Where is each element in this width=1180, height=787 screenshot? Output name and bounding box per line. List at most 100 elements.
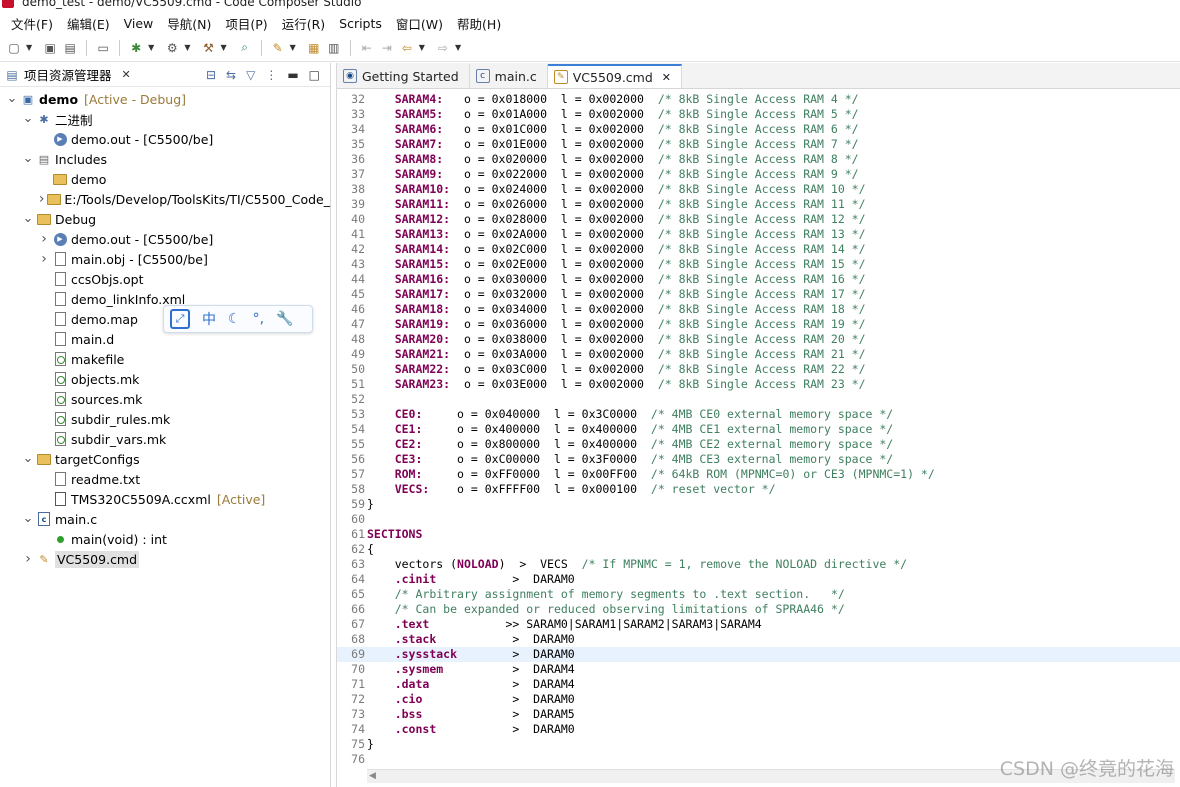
tree-item[interactable]: ⌄ ✱ 二进制 [0,109,330,129]
chevron-right-icon[interactable]: › [38,191,45,207]
scroll-left-icon[interactable]: ◀ [369,771,376,781]
collapse-all-icon[interactable]: ⊟ [206,68,216,82]
editor-tab[interactable]: ◉ Getting Started [337,64,470,88]
tree-item[interactable]: ⌄ Debug [0,209,330,229]
next-annotation-icon[interactable]: ⇥ [379,40,395,56]
tree-item[interactable]: ⌄ c main.c [0,509,330,529]
code-comment: /* Can be expanded or reduced observing … [394,602,845,616]
menu-run[interactable]: 运行(R) [275,14,332,33]
maximize-icon[interactable]: □ [309,68,320,82]
prev-annotation-icon[interactable]: ⇤ [359,40,375,56]
punctuation-icon[interactable]: °, [253,311,264,327]
code-keyword: SARAM23: [394,377,451,391]
menu-view[interactable]: View [117,16,161,31]
build-hammer-icon[interactable]: ⚒ [200,40,216,56]
tree-item[interactable]: › ▶ demo.out - [C5500/be] [0,229,330,249]
chevron-down-icon[interactable]: ⌄ [22,452,34,465]
tree-item[interactable]: sources.mk [0,389,330,409]
forward-dropdown-arrow-icon[interactable]: ▼ [455,43,461,52]
minimize-icon[interactable]: ▬ [287,68,298,82]
chevron-down-icon[interactable]: ⌄ [6,92,18,105]
chevron-right-icon[interactable]: › [38,251,50,267]
menu-project[interactable]: 项目(P) [218,14,274,33]
open-task-icon[interactable]: ▦ [306,40,322,56]
build-dropdown-arrow-icon[interactable]: ▼ [220,43,226,52]
tree-item[interactable]: › ✎ VC5509.cmd [0,549,330,569]
tree-item[interactable]: ▶ demo.out - [C5500/be] [0,129,330,149]
chevron-right-icon[interactable]: › [38,231,50,247]
tree-item[interactable]: › E:/Tools/Develop/ToolsKits/TI/C5500_Cod… [0,189,330,209]
code-token: } [367,737,374,751]
chevron-down-icon[interactable]: ⌄ [22,212,34,225]
menu-edit[interactable]: 编辑(E) [60,14,117,33]
toggle-view-icon[interactable]: ▥ [326,40,342,56]
tree-item[interactable]: subdir_vars.mk [0,429,330,449]
back-dropdown-arrow-icon[interactable]: ▼ [419,43,425,52]
link-editor-icon[interactable]: ⇆ [226,68,236,82]
debug-icon[interactable]: ✱ [128,40,144,56]
terminal-icon[interactable]: ▭ [95,40,111,56]
save-all-icon[interactable]: ▤ [62,40,78,56]
tree-item[interactable]: ⌄ ▤ Includes [0,149,330,169]
code-editor[interactable]: 32 SARAM4: o = 0x018000 l = 0x002000 /* … [337,92,1180,772]
tree-item[interactable]: › main.obj - [C5500/be] [0,249,330,269]
makefile-icon [52,411,68,427]
chevron-down-icon[interactable]: ⌄ [22,152,34,165]
tree-item[interactable]: TMS320C5509A.ccxml [Active] [0,489,330,509]
file-shape [54,332,66,346]
tree-item[interactable]: subdir_rules.mk [0,409,330,429]
code-keyword: SARAM11: [394,197,451,211]
code-line: 58 VECS: o = 0xFFFF00 l = 0x000100 /* re… [337,482,1180,497]
chevron-right-icon[interactable]: › [22,551,34,567]
flash-dropdown-arrow-icon[interactable]: ▼ [184,43,190,52]
tree-item[interactable]: main(void) : int [0,529,330,549]
line-content: SARAM14: o = 0x02C000 l = 0x002000 /* 8k… [367,242,866,257]
search-icon[interactable]: ⌕ [237,40,253,56]
new-dropdown-arrow-icon[interactable]: ▼ [26,43,32,52]
menu-help[interactable]: 帮助(H) [450,14,508,33]
menu-navigate[interactable]: 导航(N) [160,14,218,33]
file-shape [54,312,66,326]
new-file-icon[interactable]: ▢ [6,40,22,56]
tree-item[interactable]: objects.mk [0,369,330,389]
tree-item[interactable]: makefile [0,349,330,369]
tools-icon[interactable]: ✎ [270,40,286,56]
ime-expand-icon[interactable]: ⤢ [170,309,190,329]
project-explorer-tab[interactable]: ▤ 项目资源管理器 ✕ [4,65,131,84]
save-icon[interactable]: ▣ [42,40,58,56]
menu-window[interactable]: 窗口(W) [389,14,450,33]
folder-shape [47,193,62,205]
wrench-icon[interactable]: 🔧 [276,311,293,327]
chevron-down-icon[interactable]: ⌄ [22,512,34,525]
file-icon [52,291,68,307]
ime-language-toggle[interactable]: 中 [202,309,216,329]
line-number: 41 [351,227,365,241]
line-number: 73 [351,707,365,721]
tree-item[interactable]: ⌄ targetConfigs [0,449,330,469]
tree-item[interactable]: ⌄ ▣ demo [Active - Debug] [0,89,330,109]
back-icon[interactable]: ⇦ [399,40,415,56]
menu-file[interactable]: 文件(F) [4,14,60,33]
line-number: 63 [351,557,365,571]
editor-tab[interactable]: ✎ VC5509.cmd ✕ [547,64,683,88]
menu-scripts[interactable]: Scripts [332,16,389,31]
editor-tab[interactable]: c main.c [469,64,548,88]
view-menu-icon[interactable]: ⋮ [265,68,277,82]
close-icon[interactable]: ✕ [122,68,131,81]
tree-item[interactable]: readme.txt [0,469,330,489]
close-icon[interactable]: ✕ [662,71,671,84]
debug-dropdown-arrow-icon[interactable]: ▼ [148,43,154,52]
flash-icon[interactable]: ⚙ [164,40,180,56]
line-number: 53 [351,407,365,421]
tools-dropdown-arrow-icon[interactable]: ▼ [290,43,296,52]
moon-icon[interactable]: ☾ [228,311,241,327]
tree-item[interactable]: demo [0,169,330,189]
filter-icon[interactable]: ▽ [246,68,255,82]
code-line: 62{ [337,542,1180,557]
chevron-down-icon[interactable]: ⌄ [22,112,34,125]
forward-icon[interactable]: ⇨ [435,40,451,56]
code-line: 44 SARAM16: o = 0x030000 l = 0x002000 /*… [337,272,1180,287]
include-folder-icon [47,191,62,207]
line-content: SARAM12: o = 0x028000 l = 0x002000 /* 8k… [367,212,866,227]
tree-item[interactable]: ccsObjs.opt [0,269,330,289]
